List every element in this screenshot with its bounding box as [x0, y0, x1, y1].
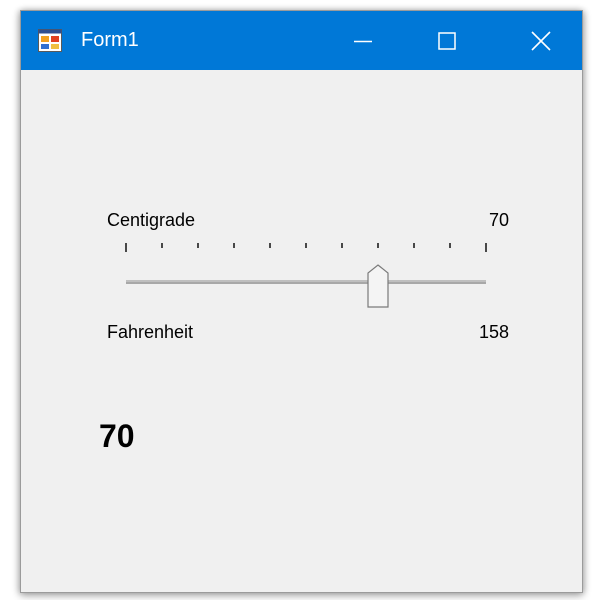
centigrade-value: 70 — [488, 210, 509, 230]
maximize-button[interactable] — [405, 11, 489, 70]
centigrade-label: Centigrade — [107, 210, 196, 230]
centigrade-trackbar[interactable] — [116, 239, 496, 311]
form1-window: Form1 Centigrade 70 Fahrenheit 158 70 — [20, 10, 583, 593]
fahrenheit-label: Fahrenheit — [107, 322, 194, 342]
trackbar-track — [126, 280, 486, 284]
trackbar-ticks — [125, 243, 487, 252]
trackbar-thumb[interactable] — [367, 264, 389, 308]
title-bar[interactable]: Form1 — [21, 11, 582, 70]
display-value: 70 — [99, 418, 135, 454]
window-title: Form1 — [81, 29, 139, 51]
close-icon — [531, 30, 551, 51]
fahrenheit-value: 158 — [478, 322, 509, 342]
minimize-button[interactable] — [321, 11, 405, 70]
app-icon — [38, 29, 62, 52]
close-button[interactable] — [499, 11, 583, 70]
maximize-icon — [438, 31, 456, 50]
minimize-icon — [354, 40, 372, 42]
